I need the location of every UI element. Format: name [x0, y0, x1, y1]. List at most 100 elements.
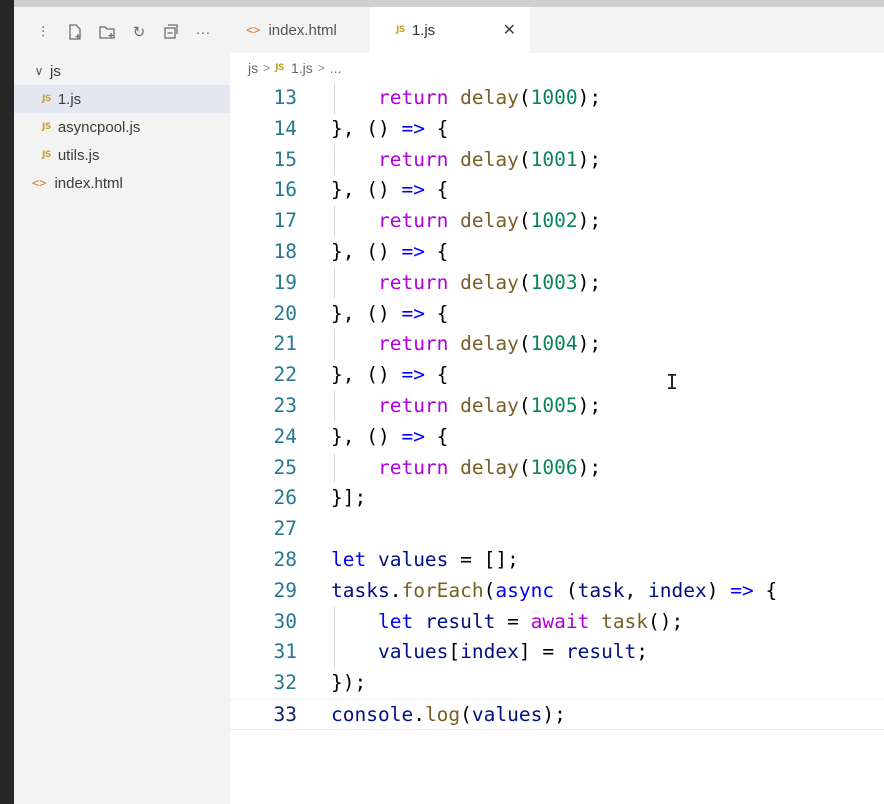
line-number: 13	[273, 86, 297, 109]
code-token: log	[424, 702, 461, 726]
code-line[interactable]: 19 return delay(1003);	[230, 267, 884, 299]
code-token: task	[577, 578, 625, 602]
line-number: 29	[273, 578, 297, 602]
code-text: }, () => {	[331, 114, 448, 145]
code-text: return delay(1004);	[331, 329, 601, 360]
code-token: 1006	[530, 455, 578, 479]
code-line[interactable]: 26}];	[230, 483, 884, 514]
chevron-right-icon: >	[317, 61, 325, 75]
code-text: let values = [];	[331, 545, 519, 576]
file-label: 1.js	[57, 90, 82, 108]
code-token: .	[413, 702, 425, 726]
mouse-text-cursor-icon: I	[666, 370, 679, 394]
code-line[interactable]: 29 tasks.forEach(async (task, index) => {	[230, 576, 884, 607]
code-token: await	[530, 609, 602, 633]
file-item-1js[interactable]: JS 1.js	[14, 85, 230, 113]
code-line[interactable]: 22}, () => {	[230, 360, 884, 391]
code-token: index	[460, 640, 519, 664]
code-token: }, ()	[331, 424, 402, 448]
line-number: 33	[273, 702, 297, 726]
code-token: }, ()	[331, 239, 402, 263]
code-line[interactable]: 33 console.log(values);	[230, 698, 884, 730]
code-token: = [];	[448, 547, 519, 571]
code-line[interactable]: 13 return delay(1000);	[230, 83, 884, 114]
code-text: values[index] = result;	[331, 637, 648, 668]
code-text: return delay(1006);	[331, 453, 601, 484]
breadcrumb-folder[interactable]: js	[248, 60, 258, 76]
code-token: result	[424, 609, 496, 633]
code-token: return	[377, 393, 461, 417]
code-line[interactable]: 23 return delay(1005);	[230, 390, 884, 422]
tab-index-html[interactable]: <> index.html	[230, 7, 370, 53]
more-icon[interactable]: ···	[194, 23, 212, 41]
code-token: ();	[648, 609, 684, 633]
code-line[interactable]: 25 return delay(1006);	[230, 452, 884, 484]
file-item-asyncpool[interactable]: JS asyncpool.js	[14, 113, 230, 141]
code-token: ] =	[518, 640, 566, 664]
code-line[interactable]: 30 let result = await task();	[230, 606, 884, 638]
code-token: return	[377, 332, 461, 356]
code-text: }, () => {	[331, 175, 448, 206]
code-token: (	[554, 578, 578, 602]
close-icon[interactable]: ✕	[503, 20, 516, 40]
code-editor[interactable]: 13 return delay(1000); 14}, () => {15 ret…	[230, 83, 884, 730]
code-token: (	[518, 147, 531, 171]
code-line[interactable]: 27	[230, 514, 884, 545]
code-line[interactable]: 28 let values = [];	[230, 545, 884, 576]
breadcrumb-file[interactable]: 1.js	[291, 60, 313, 76]
line-number: 32	[273, 671, 297, 695]
code-token: );	[577, 455, 602, 479]
code-token: async	[495, 578, 555, 602]
tab-label: index.html	[268, 21, 337, 39]
new-folder-icon[interactable]	[98, 23, 116, 41]
code-line[interactable]: 24}, () => {	[230, 422, 884, 453]
code-token: 1003	[530, 270, 578, 294]
code-token: {	[424, 424, 449, 448]
code-token: (	[518, 209, 531, 233]
code-line[interactable]: 15 return delay(1001);	[230, 144, 884, 176]
code-token: );	[542, 702, 566, 726]
code-text: tasks.forEach(async (task, index) => {	[331, 576, 777, 607]
line-number: 26	[273, 486, 297, 510]
line-number: 23	[273, 393, 297, 417]
breadcrumb-more[interactable]: ...	[330, 60, 342, 76]
code-line[interactable]: 17 return delay(1002);	[230, 206, 884, 237]
refresh-icon[interactable]: ↻	[130, 23, 148, 41]
code-line[interactable]: 32});	[230, 668, 884, 699]
code-text: return delay(1003);	[331, 268, 601, 299]
code-token: return	[377, 209, 461, 233]
code-token: return	[377, 270, 461, 294]
code-line[interactable]: 21 return delay(1004);	[230, 329, 884, 361]
code-token: return	[377, 147, 461, 171]
code-token: (	[518, 332, 531, 356]
new-file-icon[interactable]	[66, 23, 84, 41]
code-line[interactable]: 16 }, () => {	[230, 175, 884, 206]
js-file-icon: JS	[275, 63, 284, 73]
code-token: =>	[730, 578, 754, 602]
code-line[interactable]: 20}, () => {	[230, 299, 884, 330]
code-token: {	[424, 178, 449, 202]
collapse-icon[interactable]: ⫶	[34, 23, 52, 41]
file-item-index-html[interactable]: <> index.html	[14, 169, 230, 197]
code-token: (	[518, 393, 531, 417]
line-number: 25	[273, 455, 297, 479]
code-token: ,	[624, 578, 649, 602]
tab-label: 1.js	[411, 21, 436, 39]
code-token: return	[377, 86, 461, 109]
code-line[interactable]: 14}, () => {	[230, 114, 884, 145]
code-token: console	[331, 702, 414, 726]
line-number: 16	[273, 178, 297, 202]
code-text: let result = await task();	[331, 607, 683, 638]
tab-1js[interactable]: JS 1.js ✕	[370, 7, 530, 53]
code-token: =>	[401, 424, 425, 448]
code-token: delay	[460, 209, 519, 233]
file-item-utils[interactable]: JS utils.js	[14, 141, 230, 169]
code-line[interactable]: 18}, () => {	[230, 237, 884, 268]
code-token: delay	[460, 455, 519, 479]
code-token: .	[389, 578, 402, 602]
collapse-all-icon[interactable]	[162, 23, 180, 41]
folder-js[interactable]: ∨ js	[14, 57, 230, 85]
code-token: (	[483, 578, 496, 602]
code-line[interactable]: 31 values[index] = result;	[230, 637, 884, 669]
code-token: delay	[460, 332, 519, 356]
